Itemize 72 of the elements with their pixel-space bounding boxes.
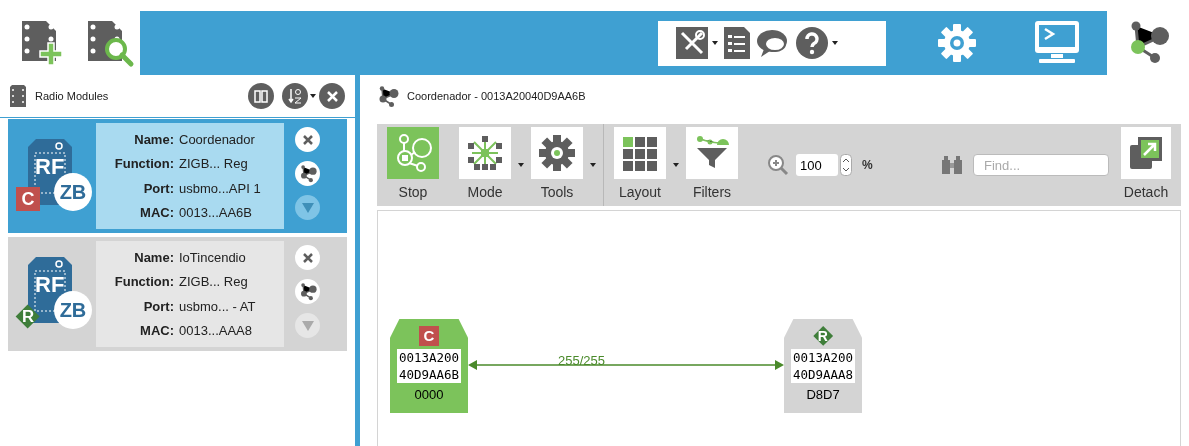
dropdown-caret-icon[interactable]: [673, 163, 679, 167]
help-icon[interactable]: [796, 27, 828, 59]
remove-button[interactable]: [295, 127, 320, 152]
field-label: MAC:: [139, 204, 175, 222]
terminal-monitor-icon: [1033, 21, 1081, 65]
speech-bubbles-icon[interactable]: [756, 27, 790, 59]
field-value: 0013...AA6B: [179, 204, 252, 222]
network-button[interactable]: [295, 279, 320, 304]
module-icon: [10, 85, 26, 107]
zoom-in-icon: [766, 153, 790, 177]
field-value: usbmo...API 1: [179, 179, 261, 198]
triangle-down-icon: [301, 202, 314, 213]
module-card[interactable]: RF C ZB Name: Coordenador Function: ZIGB... Reg Port: usbmo...API 1 MAC: 0013...AA6B: [8, 119, 347, 233]
network-button[interactable]: [295, 161, 320, 186]
node-address: 0013A200 40D9AAA8: [790, 349, 856, 383]
node-grid-icon: [466, 134, 504, 172]
find-field[interactable]: Find...: [973, 154, 1109, 176]
binoculars-icon: [941, 155, 963, 175]
stepper-icon: [840, 154, 852, 176]
field-value: 0013...AAA8: [179, 322, 252, 340]
protocol-badge: ZB: [54, 173, 92, 211]
field-label: MAC:: [139, 322, 175, 340]
router-badge: R: [813, 326, 833, 346]
network-icon: [298, 282, 317, 301]
protocol-badge: ZB: [54, 291, 92, 329]
network-icon: [377, 85, 399, 108]
network-graph-icon: [394, 134, 432, 172]
module-card[interactable]: RF R ZB Name: IoTincendio Function: ZIGB... Reg Port: usbmo... - AT MAC: 0013...AAA8: [8, 237, 347, 351]
sort-icon: [288, 88, 302, 104]
field-value: ZIGB... Reg: [179, 155, 248, 173]
field-value: usbmo... - AT: [179, 297, 256, 316]
panel-title: Coordenador - 0013A20040D9AA6B: [407, 89, 586, 105]
dropdown-caret-icon[interactable]: [310, 94, 316, 98]
dropdown-caret-icon[interactable]: [590, 163, 596, 167]
panel-title: Radio Modules: [35, 88, 109, 104]
field-value: ZIGB... Reg: [179, 273, 248, 291]
coordinator-badge: C: [16, 187, 40, 211]
network-node[interactable]: R 0013A200 40D9AAA8 D8D7: [784, 319, 862, 413]
field-label: Function:: [113, 155, 175, 173]
field-label: Name:: [133, 248, 175, 267]
columns-icon: [254, 89, 268, 103]
close-icon: [302, 134, 313, 145]
field-label: Function:: [113, 273, 175, 291]
node-address: 0013A200 40D9AA6B: [396, 349, 462, 383]
settings-icon: [937, 23, 977, 63]
remove-button[interactable]: [295, 245, 320, 270]
grid-icon: [621, 134, 659, 172]
list-document-icon[interactable]: [724, 27, 750, 59]
dropdown-caret-icon[interactable]: [832, 41, 838, 45]
close-icon: [326, 90, 338, 102]
field-label: Name:: [133, 130, 175, 149]
gear-icon: [538, 134, 576, 172]
field-value: IoTincendio: [179, 248, 246, 267]
zoom-field[interactable]: 100: [796, 154, 838, 176]
zoom-unit: %: [862, 157, 873, 174]
coordinator-badge: C: [419, 326, 439, 346]
network-icon: [298, 164, 317, 183]
dropdown-caret-icon[interactable]: [518, 163, 524, 167]
field-label: Port:: [142, 179, 175, 198]
network-node[interactable]: C 0013A200 40D9AA6B 0000: [390, 319, 468, 413]
node-short-address: 0000: [414, 386, 444, 404]
columns-button[interactable]: [248, 83, 274, 109]
field-value: Coordenador: [179, 130, 255, 149]
sort-button[interactable]: [282, 83, 308, 109]
field-label: Port:: [142, 297, 175, 316]
close-icon: [302, 252, 313, 263]
close-button[interactable]: [319, 83, 345, 109]
node-short-address: D8D7: [806, 386, 840, 404]
triangle-down-icon: [301, 320, 314, 331]
tools-icon[interactable]: [676, 27, 708, 59]
dropdown-caret-icon[interactable]: [712, 41, 718, 45]
detach-window-icon: [1128, 135, 1164, 171]
